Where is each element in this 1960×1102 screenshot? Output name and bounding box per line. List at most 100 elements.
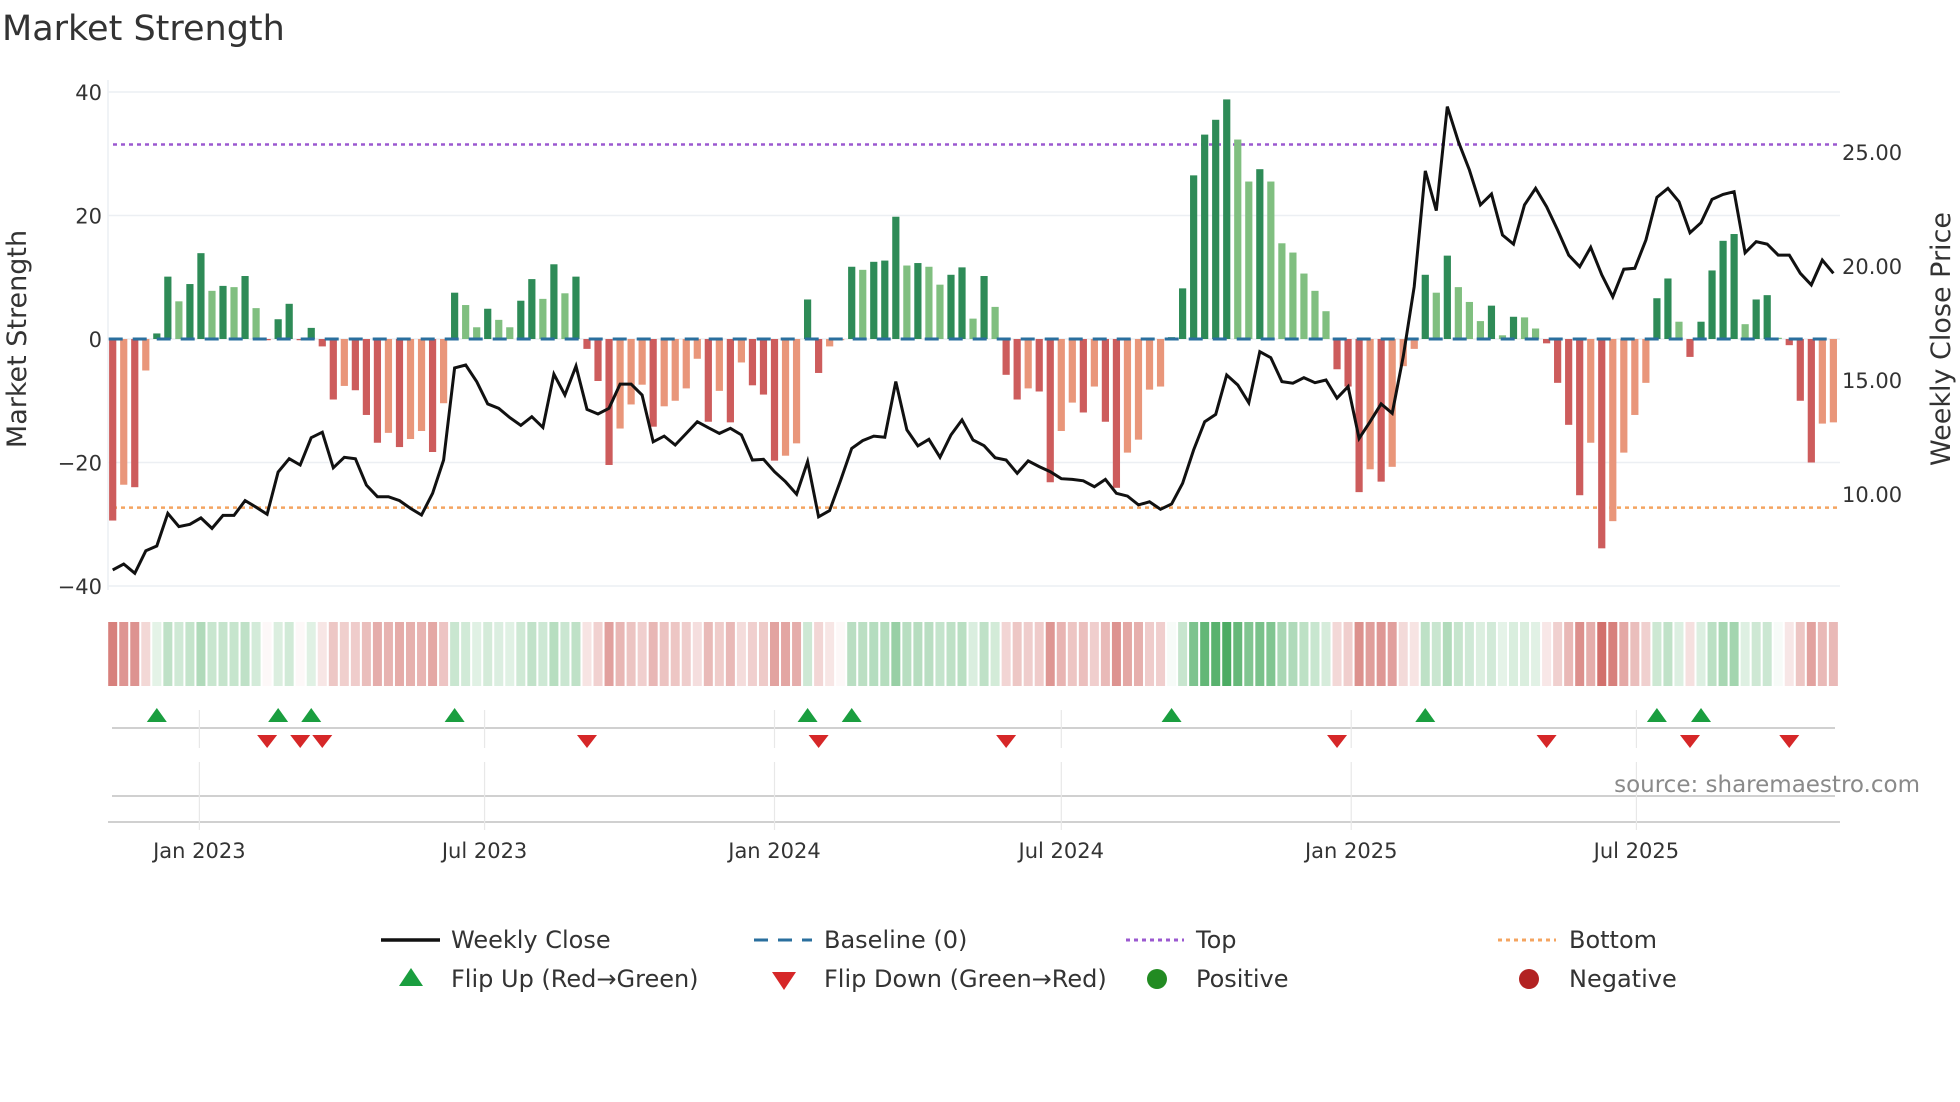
strength-heat-cell [1233,622,1243,686]
strength-heat-cell [747,622,757,686]
strength-heat-cell [1630,622,1640,686]
strength-heat-cell [1332,622,1342,686]
strength-bar [781,339,790,456]
strength-bar [1090,339,1098,387]
strength-bar [307,327,315,339]
strength-heat-cell [571,622,581,686]
strength-bar [660,339,668,407]
strength-heat-cell [1464,622,1474,686]
strength-heat-cell [472,622,482,686]
strength-heat-cell [1663,622,1673,686]
flip-down-marker [257,735,278,748]
strength-heat-cell [1189,622,1199,686]
strength-bar [1752,299,1760,339]
strength-heat-cell [1200,622,1210,686]
strength-bar [1763,295,1771,339]
strength-bar [340,339,348,386]
strength-bar [462,305,470,339]
strength-heat-cell [1310,622,1320,686]
strength-heat-cell [1784,622,1794,686]
strength-bar [958,267,966,339]
flip-down-triangle-icon [772,972,796,990]
legend-flip-up: Flip Up (Red→Green) [451,965,699,993]
y2-tick-label: 10.00 [1842,483,1902,507]
strength-bar [991,306,999,339]
strength-heat-cell [626,622,636,686]
y-tick-label: 40 [75,81,102,105]
strength-heat-cell [946,622,956,686]
strength-bar [1664,278,1672,339]
strength-bar [881,260,889,339]
y2-tick-label: 20.00 [1842,255,1902,279]
strength-bar [1366,339,1374,470]
strength-heat-cell [869,622,879,686]
strength-bar [638,339,646,385]
strength-heat-cell [549,622,559,686]
strength-bar [285,303,293,339]
strength-heat-cell [130,622,140,686]
strength-bar [737,339,746,363]
strength-heat-cell [1751,622,1761,686]
strength-bar [1587,339,1595,443]
flip-down-marker [808,735,829,748]
strength-heat-cell [703,622,713,686]
strength-heat-cell [935,622,945,686]
strength-heat-cell [825,622,835,686]
strength-bar [274,319,282,339]
strength-bar [539,298,547,339]
strength-heat-cell [1145,622,1155,686]
strength-heat-cell [1740,622,1750,686]
strength-bar [550,264,558,339]
strength-heat-cell [428,622,438,686]
strength-bar [903,265,911,339]
strength-bar [1454,287,1462,339]
strength-bar [197,253,205,339]
strength-bar [627,339,635,405]
strength-bar [1223,99,1231,339]
strength-bar [1333,339,1341,370]
strength-heat-cell [902,622,912,686]
legend-bottom: Bottom [1569,926,1657,954]
strength-heat-cell [1277,622,1287,686]
x-tick-label: Jan 2023 [151,839,246,863]
strength-bar [1300,273,1308,339]
flip-up-marker [301,708,322,722]
strength-heat-cell [1034,622,1044,686]
legend-negative: Negative [1569,965,1677,993]
left-axis-ticks: 40 20 0 −20 −40 [58,81,102,599]
strength-heat-cell [681,622,691,686]
strength-bar [440,339,448,404]
strength-heat-cell [725,622,735,686]
strength-heat-cell [1222,622,1232,686]
strength-bar [1818,339,1826,424]
strength-bar [1631,339,1639,415]
strength-bar [1653,298,1661,339]
x-tick-label: Jul 2025 [1592,839,1679,863]
strength-bar [109,339,117,521]
strength-heat-cell [240,622,250,686]
strength-heat-cell [1453,622,1463,686]
strength-heat-cell [1111,622,1121,686]
strength-heat-cell [1431,622,1441,686]
legend-positive: Positive [1196,965,1289,993]
strength-bar [1112,339,1121,488]
strength-bar [1807,339,1815,463]
flip-up-marker [797,708,818,722]
strength-heat-cell [1762,622,1772,686]
strength-heat-cell [251,622,261,686]
flip-up-marker [1691,708,1712,722]
strength-bar [726,339,734,423]
strength-bar [1344,339,1352,387]
strength-bar [1609,339,1617,522]
x-tick-label: Jan 2025 [1303,839,1398,863]
strength-bar [1598,339,1606,549]
strength-bar [528,279,536,339]
strength-bar [208,290,216,339]
strength-heat-cell [924,622,934,686]
flip-down-marker [290,735,311,748]
strength-bar [693,339,701,359]
strength-heat-cell [990,622,1000,686]
flip-down-marker [1679,735,1700,748]
strength-bar [186,284,194,339]
strength-heat-cell [692,622,702,686]
